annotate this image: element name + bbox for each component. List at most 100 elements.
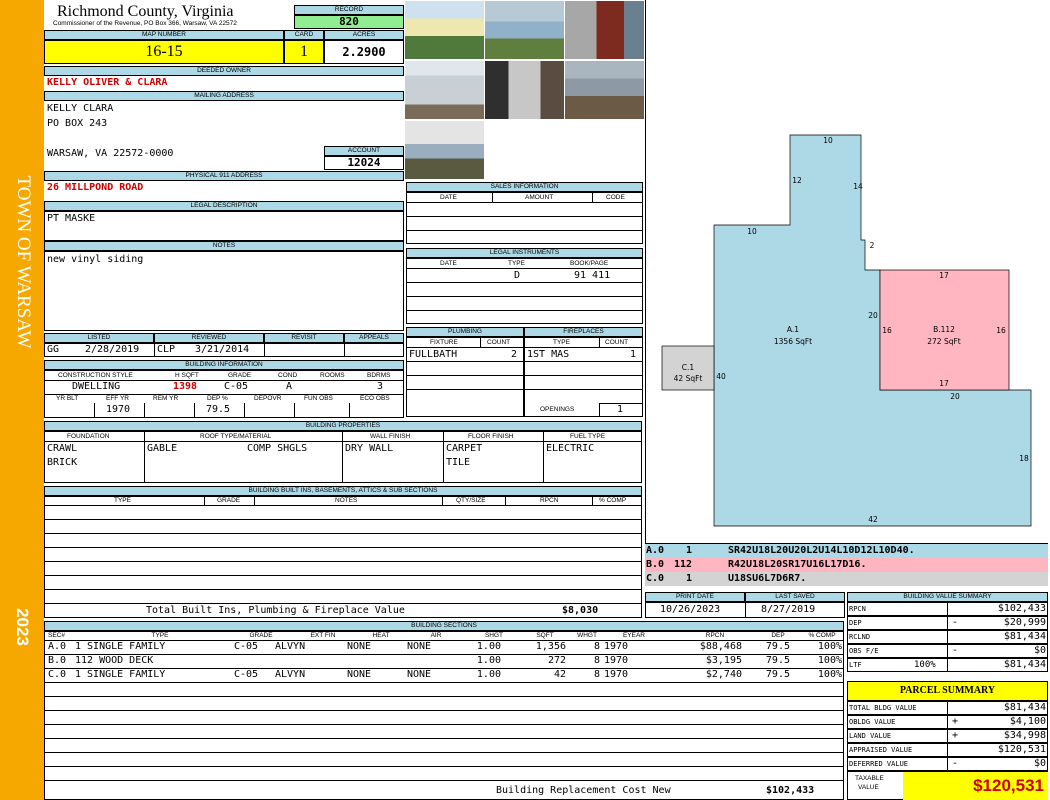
print-date-value: 10/26/2023 (660, 604, 721, 615)
value-summary-sign: - (952, 645, 959, 656)
section-row-0-col-7: 1,356 (535, 641, 566, 652)
col-floor-finish: FLOOR FINISH (468, 433, 514, 440)
eff-yr-value: 1970 (106, 404, 131, 415)
dim-42: 42 (868, 515, 878, 524)
shed-photo[interactable] (485, 61, 564, 119)
taxable-label-2: VALUE (858, 784, 879, 791)
section-row-2-col-3: ALVYN (275, 669, 306, 680)
appeals-header: APPEALS (344, 333, 404, 343)
value-summary-key: OBS F/E (849, 647, 879, 655)
section-row-2-col-12: 100% (817, 669, 842, 680)
construction-style-value: DWELLING (72, 381, 121, 392)
built-ins-header: BUILDING BUILT INS, BASEMENTS, ATTICS & … (44, 486, 642, 496)
dep-pct-value: 79.5 (206, 404, 231, 415)
floor-finish-1: CARPET (446, 443, 483, 454)
col-rooms: ROOMS (320, 372, 345, 379)
col-depovr: DEPOVR (254, 395, 282, 402)
section-row-2-col-4: NONE (347, 669, 372, 680)
notes-value: new vinyl siding (47, 254, 144, 265)
foundation-1: CRAWL (47, 443, 78, 454)
value-summary-value: $81,434 (1003, 659, 1046, 670)
plumbing-col-count: COUNT (487, 339, 511, 346)
dim-17-top: 17 (939, 271, 949, 280)
building-properties-header: BUILDING PROPERTIES (44, 421, 642, 431)
map-number-value: 16-15 (44, 40, 284, 64)
col-bdrms: BDRMS (367, 372, 391, 379)
section-col-7: SQFT (536, 632, 554, 639)
section-row-0-col-10: $88,468 (699, 641, 742, 652)
house-photo-3[interactable] (565, 1, 644, 59)
print-date-header: PRINT DATE (645, 592, 745, 602)
section-row-1-col-1: 112 WOOD DECK (75, 655, 154, 666)
section-col-0: SEC# (48, 632, 65, 639)
sales-header: SALES INFORMATION (406, 182, 643, 192)
deeded-owner-header: DEEDED OWNER (44, 66, 404, 76)
house-photo-2[interactable] (485, 1, 564, 59)
section-row-1-col-10: $3,195 (705, 655, 742, 666)
dim-2: 2 (870, 241, 875, 250)
col-yr-blt: YR BLT (56, 395, 79, 402)
col-builtin-rpcn: RPCN (540, 497, 559, 504)
section-col-5: AIR (430, 632, 442, 639)
house-photo-4[interactable] (405, 121, 484, 179)
section-row-1-col-12: 100% (817, 655, 842, 666)
fireplace-count: 1 (630, 349, 637, 360)
section-row-1-col-8: 8 (593, 655, 600, 666)
col-builtin-comp: % COMP (599, 497, 627, 504)
section-col-6: SHGT (484, 632, 504, 639)
parcel-summary-value: $4,100 (1009, 716, 1046, 727)
col-eff-yr: EFF YR (106, 395, 129, 402)
garage-photo[interactable] (405, 61, 484, 119)
vector-b-sec: B.0 (646, 559, 665, 570)
instruments-col-type: TYPE (508, 260, 525, 267)
col-rem-yr: REM YR (153, 395, 179, 402)
parcel-summary-sign: - (952, 758, 959, 769)
h-sqft-value: 1398 (173, 381, 198, 392)
instrument-bookpage: 91 411 (574, 270, 611, 281)
value-summary-key: RCLND (849, 633, 871, 641)
dim-14: 14 (853, 182, 863, 191)
sketch-a-name: A.1 (787, 325, 799, 334)
vector-row-c[interactable] (645, 572, 1048, 586)
col-builtin-notes: NOTES (335, 497, 358, 504)
section-row-2-col-6: 1.00 (476, 669, 501, 680)
foundation-2: BRICK (47, 457, 78, 468)
section-row-2-col-1: 1 SINGLE FAMILY (75, 669, 166, 680)
value-summary-key: RPCN (849, 605, 866, 613)
instrument-type: D (514, 270, 521, 281)
card-value: 1 (284, 40, 324, 64)
section-col-10: RPCN (705, 632, 725, 639)
plumbing-header: PLUMBING (406, 327, 524, 337)
parcel-summary-value: $0 (1033, 758, 1046, 769)
section-row-2-col-10: $2,740 (705, 669, 742, 680)
mailing-address-header: MAILING ADDRESS (44, 91, 404, 101)
parcel-summary-key: TOTAL BLDG VALUE (849, 704, 917, 712)
card-header: CARD (284, 30, 324, 40)
acres-header: ACRES (324, 30, 404, 40)
last-saved-value: 8/27/2019 (761, 604, 816, 615)
sketch-area[interactable]: A.1 1356 SqFt B.112 272 SqFt C.1 42 SqFt… (645, 0, 1048, 544)
section-row-0-col-6: 1.00 (476, 641, 501, 652)
vector-c-sec: C.0 (646, 573, 665, 584)
section-row-0-col-11: 79.5 (765, 641, 790, 652)
parcel-summary-sign: + (952, 730, 959, 741)
cond-value: A (286, 381, 293, 392)
outbuilding-photo[interactable] (565, 61, 644, 119)
value-summary-key: LTF (849, 661, 862, 669)
value-summary-value: $20,999 (1003, 617, 1046, 628)
roof-type: GABLE (147, 443, 178, 454)
section-col-3: EXT FIN (310, 632, 336, 639)
parcel-summary-key: APPRAISED VALUE (849, 746, 913, 754)
house-photo-1[interactable] (405, 1, 484, 59)
record-value: 820 (294, 15, 404, 29)
section-row-1-col-0: B.0 (48, 655, 67, 666)
county-title: Richmond County, Virginia (57, 3, 234, 20)
dim-17-bottom: 17 (939, 379, 949, 388)
wall-finish-value: DRY WALL (345, 443, 394, 454)
section-row-2-col-0: C.0 (48, 669, 67, 680)
value-summary-value: $0 (1033, 645, 1046, 656)
account-header: ACCOUNT (324, 146, 404, 156)
instruments-col-date: DATE (440, 260, 457, 267)
reviewed-by: CLP (157, 344, 176, 355)
bdrms-value: 3 (377, 381, 384, 392)
